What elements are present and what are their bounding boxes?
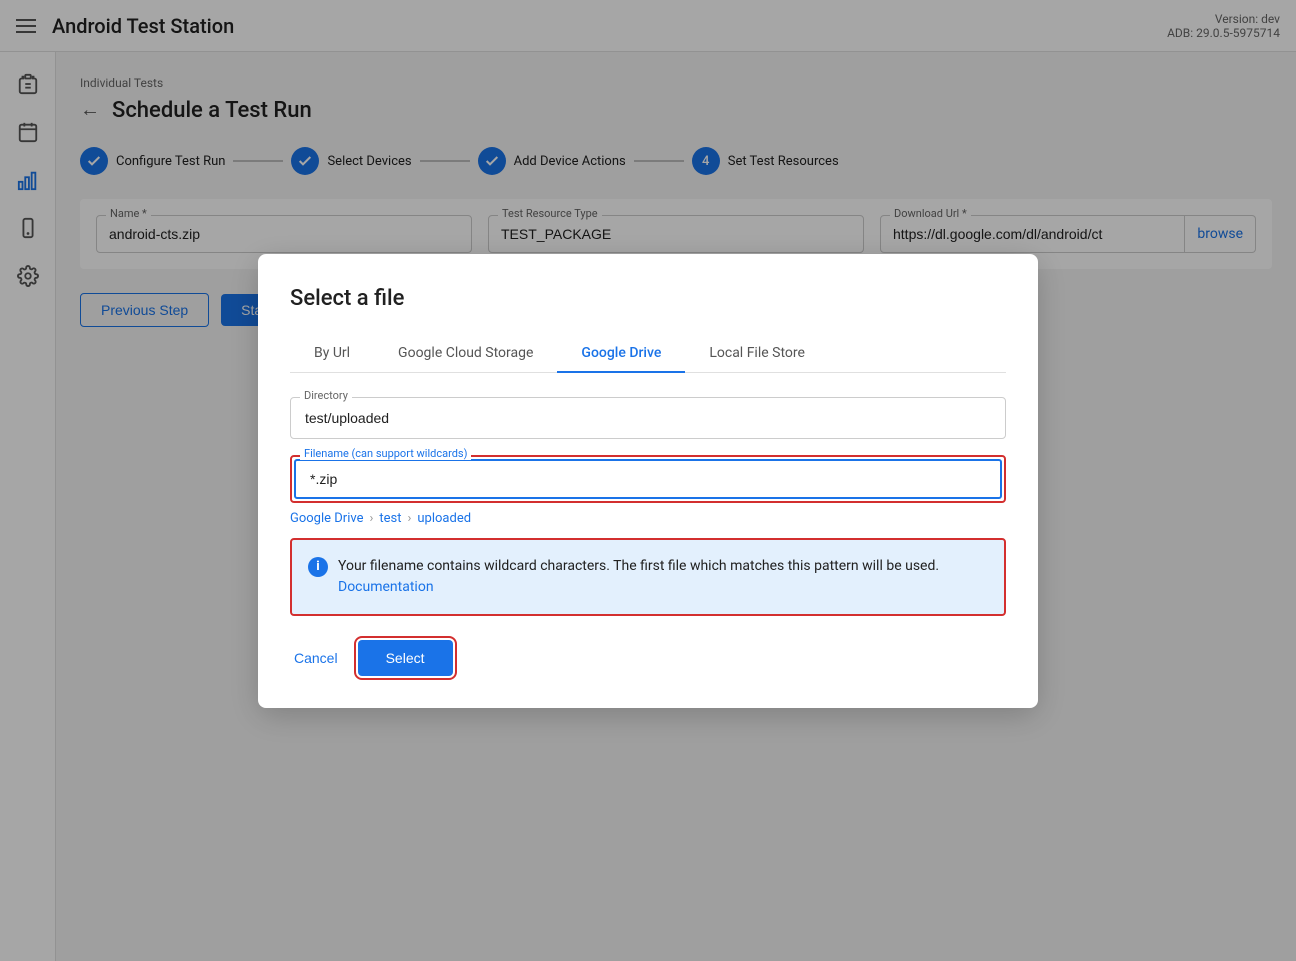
path-sep-2: › bbox=[407, 511, 411, 526]
documentation-link[interactable]: Documentation bbox=[338, 579, 434, 595]
tab-by-url[interactable]: By Url bbox=[290, 335, 374, 373]
path-uploaded[interactable]: uploaded bbox=[417, 511, 471, 526]
modal: Select a file By Url Google Cloud Storag… bbox=[258, 254, 1038, 708]
modal-tabs: By Url Google Cloud Storage Google Drive… bbox=[290, 335, 1006, 373]
modal-actions: Cancel Select bbox=[290, 640, 1006, 676]
tab-google-drive[interactable]: Google Drive bbox=[557, 335, 685, 373]
info-text: Your filename contains wildcard characte… bbox=[338, 556, 988, 598]
directory-label: Directory bbox=[300, 389, 352, 402]
modal-title: Select a file bbox=[290, 286, 1006, 311]
filename-label: Filename (can support wildcards) bbox=[300, 447, 471, 460]
directory-field: Directory bbox=[290, 397, 1006, 439]
path-google-drive[interactable]: Google Drive bbox=[290, 511, 363, 526]
tab-local-file-store[interactable]: Local File Store bbox=[685, 335, 829, 373]
path-test[interactable]: test bbox=[379, 511, 401, 526]
filename-input[interactable] bbox=[296, 461, 1000, 497]
directory-input[interactable] bbox=[290, 397, 1006, 439]
filename-field-wrapper: Filename (can support wildcards) bbox=[290, 455, 1006, 503]
info-icon: i bbox=[308, 557, 328, 577]
filename-inner-border bbox=[294, 459, 1002, 499]
modal-overlay: Select a file By Url Google Cloud Storag… bbox=[0, 0, 1296, 961]
modal-select-button[interactable]: Select bbox=[358, 640, 453, 676]
path-sep-1: › bbox=[369, 511, 373, 526]
tab-google-cloud-storage[interactable]: Google Cloud Storage bbox=[374, 335, 557, 373]
path-breadcrumb: Google Drive › test › uploaded bbox=[290, 511, 1006, 526]
info-box: i Your filename contains wildcard charac… bbox=[290, 538, 1006, 616]
modal-cancel-button[interactable]: Cancel bbox=[290, 642, 342, 674]
filename-outer-border bbox=[290, 455, 1006, 503]
